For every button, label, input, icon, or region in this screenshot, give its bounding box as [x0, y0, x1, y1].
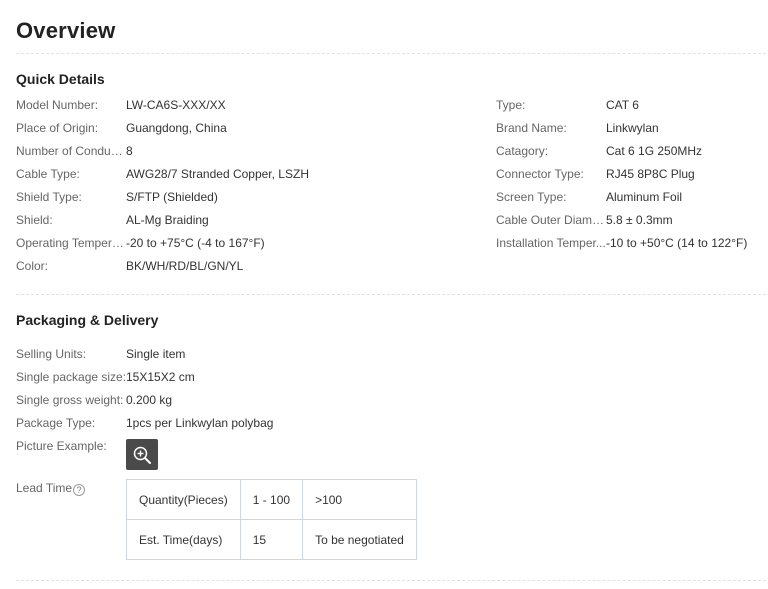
table-cell: Quantity(Pieces): [126, 479, 241, 520]
lead-time-table: Quantity(Pieces) 1 - 100 >100 Est. Time(…: [126, 479, 417, 560]
detail-label: Model Number:: [16, 98, 99, 112]
packaging-value: 15X15X2 cm: [126, 370, 195, 384]
detail-value: Guangdong, China: [126, 121, 227, 135]
detail-label: Brand Name:: [496, 121, 567, 135]
detail-label: Type:: [496, 98, 526, 112]
detail-label: Cable Outer Diamet...: [496, 213, 606, 227]
packaging-value: 0.200 kg: [126, 393, 173, 407]
detail-value: Linkwylan: [606, 121, 659, 135]
zoom-in-icon: [133, 446, 151, 464]
help-icon[interactable]: ?: [73, 484, 86, 496]
detail-value: Cat 6 1G 250MHz: [606, 144, 703, 158]
packaging-value: Single item: [126, 347, 186, 361]
detail-label: Operating Tempera...: [16, 236, 126, 250]
divider: [16, 53, 766, 54]
lead-time-label: Lead Time?: [16, 480, 86, 496]
table-row: Est. Time(days) 15 To be negotiated: [126, 519, 417, 560]
detail-value: 8: [126, 144, 133, 158]
detail-value: -20 to +75°C (-4 to 167°F): [126, 236, 265, 250]
detail-label: Catagory:: [496, 144, 549, 158]
detail-label: Connector Type:: [496, 167, 584, 181]
packaging-label: Package Type:: [16, 416, 96, 430]
packaging-heading: Packaging & Delivery: [16, 312, 159, 328]
detail-value: Aluminum Foil: [606, 190, 683, 204]
detail-value: RJ45 8P8C Plug: [606, 167, 695, 181]
packaging-label: Single gross weight:: [16, 393, 124, 407]
packaging-label: Single package size:: [16, 370, 127, 384]
detail-label: Installation Temper...: [496, 236, 606, 250]
packaging-label: Selling Units:: [16, 347, 87, 361]
detail-value: AL-Mg Braiding: [126, 213, 209, 227]
detail-value: CAT 6: [606, 98, 639, 112]
detail-value: AWG28/7 Stranded Copper, LSZH: [126, 167, 309, 181]
table-cell: To be negotiated: [302, 519, 417, 560]
packaging-value: 1pcs per Linkwylan polybag: [126, 416, 274, 430]
table-cell: 1 - 100: [239, 479, 304, 520]
page-title: Overview: [16, 18, 116, 43]
quick-details-heading: Quick Details: [16, 71, 105, 87]
lead-time-text: Lead Time: [16, 481, 73, 495]
divider: [16, 580, 766, 581]
divider: [16, 294, 766, 295]
detail-value: -10 to +50°C (14 to 122°F): [606, 236, 748, 250]
detail-label: Place of Origin:: [16, 121, 99, 135]
detail-value: BK/WH/RD/BL/GN/YL: [126, 259, 244, 273]
detail-value: S/FTP (Shielded): [126, 190, 218, 204]
table-cell: 15: [239, 519, 304, 560]
detail-label: Screen Type:: [496, 190, 567, 204]
picture-zoom-button[interactable]: [126, 439, 158, 470]
detail-label: Shield Type:: [16, 190, 82, 204]
detail-value: 5.8 ± 0.3mm: [606, 213, 673, 227]
detail-label: Cable Type:: [16, 167, 80, 181]
detail-label: Shield:: [16, 213, 53, 227]
detail-value: LW-CA6S-XXX/XX: [126, 98, 226, 112]
table-row: Quantity(Pieces) 1 - 100 >100: [126, 479, 417, 520]
table-cell: Est. Time(days): [126, 519, 241, 560]
detail-label: Number of Conduc...: [16, 144, 126, 158]
packaging-label: Picture Example:: [16, 439, 107, 453]
table-cell: >100: [302, 479, 417, 520]
detail-label: Color:: [16, 259, 49, 273]
